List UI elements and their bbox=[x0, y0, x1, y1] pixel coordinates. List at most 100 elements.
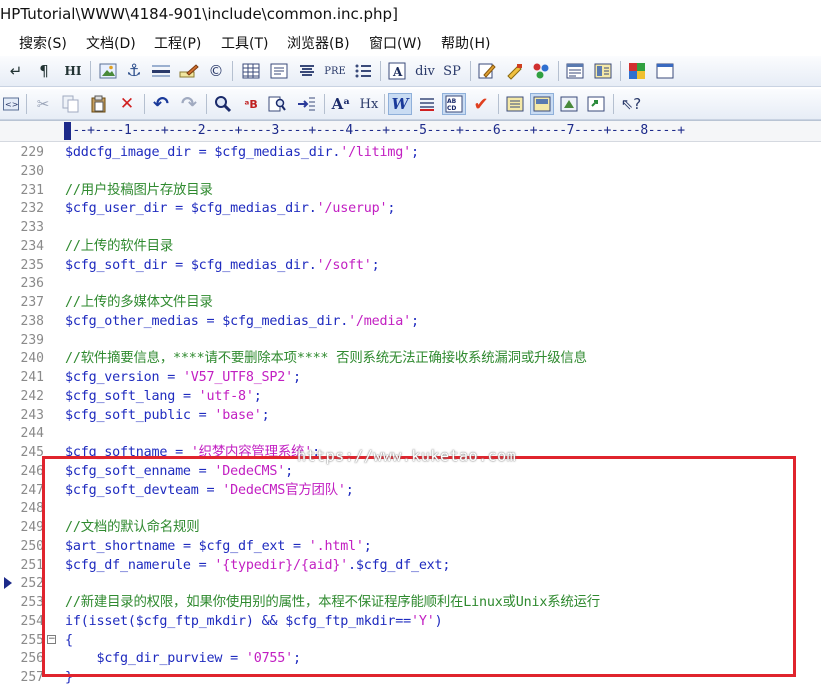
checkmark-icon[interactable]: ✔ bbox=[470, 93, 492, 115]
line-break-icon[interactable]: ↵ bbox=[8, 60, 24, 82]
undo-icon[interactable]: ↶ bbox=[150, 93, 172, 115]
heading-icon[interactable]: HI bbox=[62, 60, 84, 82]
indent-guide-icon[interactable] bbox=[416, 93, 438, 115]
code-line[interactable]: 229 $ddcfg_image_dir = $cfg_medias_dir.'/… bbox=[0, 143, 821, 162]
line-number: 234 bbox=[20, 238, 44, 254]
palette-icon[interactable] bbox=[530, 60, 552, 82]
code-editor[interactable]: ---+----1----+----2----+----3----+----4-… bbox=[0, 120, 821, 685]
toolbar-separator bbox=[384, 94, 385, 114]
copyright-icon[interactable]: © bbox=[206, 60, 226, 82]
edit-icon[interactable] bbox=[178, 60, 200, 82]
code-line[interactable]: 235 $cfg_soft_dir = $cfg_medias_dir.'/sof… bbox=[0, 256, 821, 275]
code-token: '/soft' bbox=[316, 257, 372, 273]
menu-window[interactable]: 窗口(W) bbox=[369, 33, 422, 53]
line-number: 230 bbox=[20, 163, 44, 179]
horizontal-rule-icon[interactable] bbox=[150, 60, 172, 82]
code-line[interactable]: 242 $cfg_soft_lang = 'utf-8'; bbox=[0, 387, 821, 406]
toolbar-separator bbox=[90, 61, 91, 81]
template-icon[interactable] bbox=[564, 60, 586, 82]
code-line[interactable]: 231 //用户投稿图片存放目录 bbox=[0, 181, 821, 200]
menu-help[interactable]: 帮助(H) bbox=[441, 33, 490, 53]
svg-text:AB: AB bbox=[447, 98, 457, 105]
pre-icon[interactable]: PRE bbox=[322, 60, 348, 82]
code-line[interactable]: 241 $cfg_version = 'V57_UTF8_SP2'; bbox=[0, 368, 821, 387]
paste-icon[interactable] bbox=[88, 93, 110, 115]
window-icon[interactable] bbox=[654, 60, 676, 82]
spell-check-icon[interactable]: AB CD bbox=[442, 93, 466, 115]
menu-document[interactable]: 文档(D) bbox=[86, 33, 136, 53]
output-panel-icon[interactable] bbox=[530, 93, 554, 115]
goto-line-icon[interactable] bbox=[294, 93, 318, 115]
redo-icon[interactable]: ↷ bbox=[178, 93, 200, 115]
code-text: $cfg_soft_dir = $cfg_medias_dir.'/soft'; bbox=[65, 256, 380, 275]
line-number: 257 bbox=[20, 670, 44, 685]
code-line[interactable]: 234 //上传的软件目录 bbox=[0, 237, 821, 256]
code-token: //用户投稿图片存放目录 bbox=[65, 182, 213, 198]
code-line[interactable]: 236 bbox=[0, 274, 821, 293]
span-icon[interactable]: SP bbox=[441, 60, 463, 82]
list-icon[interactable] bbox=[352, 60, 374, 82]
code-line[interactable]: 232 $cfg_user_dir = $cfg_medias_dir.'/use… bbox=[0, 199, 821, 218]
line-number: 242 bbox=[20, 388, 44, 404]
code-token: $cfg_medias_dir bbox=[222, 313, 341, 329]
delete-icon[interactable]: ✕ bbox=[116, 93, 138, 115]
code-token: . bbox=[340, 313, 349, 329]
code-line[interactable]: 243 $cfg_soft_public = 'base'; bbox=[0, 406, 821, 425]
tag-icon[interactable]: <> bbox=[2, 93, 20, 115]
clip-library-icon[interactable] bbox=[558, 93, 580, 115]
code-token: $cfg_user_dir bbox=[65, 201, 168, 217]
toolbar-separator bbox=[470, 61, 471, 81]
find-icon[interactable] bbox=[212, 93, 234, 115]
code-line[interactable]: 244 bbox=[0, 424, 821, 443]
find-in-files-icon[interactable] bbox=[266, 93, 288, 115]
window-titlebar: HPTutorial\WWW\4184-901\include\common.i… bbox=[0, 0, 821, 30]
code-token: ; bbox=[410, 313, 419, 329]
code-text: $cfg_soft_lang = 'utf-8'; bbox=[65, 387, 262, 406]
table-icon[interactable] bbox=[240, 60, 262, 82]
menu-tools[interactable]: 工具(T) bbox=[221, 33, 268, 53]
replace-icon[interactable]: ᵃB bbox=[240, 93, 262, 115]
code-token: = bbox=[175, 388, 199, 404]
code-token: ; bbox=[293, 370, 301, 385]
cut-icon[interactable]: ✂ bbox=[32, 93, 54, 115]
font-size-icon[interactable]: Aᵃ bbox=[330, 93, 352, 115]
code-text: $cfg_other_medias = $cfg_medias_dir.'/me… bbox=[65, 312, 419, 331]
line-number: 236 bbox=[20, 276, 44, 292]
toolbar-separator bbox=[620, 61, 621, 81]
word-wrap-icon[interactable]: W bbox=[388, 93, 412, 115]
menu-browser[interactable]: 浏览器(B) bbox=[287, 33, 350, 53]
code-line[interactable]: 240 //软件摘要信息，****请不要删除本项**** 否则系统无法正确接收系统… bbox=[0, 349, 821, 368]
div-icon[interactable]: div bbox=[413, 60, 437, 82]
context-help-icon[interactable]: ⇖? bbox=[619, 93, 643, 115]
anchor-icon[interactable]: ⚓ bbox=[124, 60, 144, 82]
line-number: 245 bbox=[20, 445, 44, 460]
code-line[interactable]: 237 //上传的多媒体文件目录 bbox=[0, 293, 821, 312]
color-picker-icon[interactable] bbox=[504, 60, 526, 82]
document-view-icon[interactable] bbox=[504, 93, 526, 115]
image-icon[interactable] bbox=[98, 60, 118, 82]
code-line[interactable]: 239 bbox=[0, 331, 821, 350]
toolbar-separator bbox=[380, 61, 381, 81]
copy-icon[interactable] bbox=[60, 93, 82, 115]
form-icon[interactable] bbox=[268, 60, 290, 82]
code-line[interactable]: 233 bbox=[0, 218, 821, 237]
code-token: $cfg_version bbox=[65, 370, 160, 385]
colors-icon[interactable] bbox=[626, 60, 648, 82]
line-number: 253 bbox=[20, 595, 44, 610]
code-line[interactable]: 238 $cfg_other_medias = $cfg_medias_dir.'… bbox=[0, 312, 821, 331]
code-text: $cfg_user_dir = $cfg_medias_dir.'/userup… bbox=[65, 199, 395, 218]
paragraph-icon[interactable]: ¶ bbox=[36, 60, 52, 82]
style-editor-icon[interactable] bbox=[476, 60, 498, 82]
current-line-marker-icon bbox=[4, 577, 12, 590]
font-icon[interactable]: A bbox=[386, 60, 408, 82]
code-line[interactable]: 230 bbox=[0, 162, 821, 181]
menu-project[interactable]: 工程(P) bbox=[154, 33, 201, 53]
code-token: . bbox=[308, 257, 317, 273]
heading-hx-icon[interactable]: Hx bbox=[358, 93, 380, 115]
layout-icon[interactable] bbox=[592, 60, 614, 82]
menu-search[interactable]: 搜索(S) bbox=[19, 33, 67, 53]
align-icon[interactable] bbox=[296, 60, 318, 82]
line-number: 231 bbox=[20, 182, 44, 198]
toolbar-standard: <> ✂ ✕ ↶ ↷ ᵃB Aᵃ Hx W AB CD ✔ ⇖? bbox=[0, 89, 821, 120]
browser-preview-icon[interactable] bbox=[585, 93, 607, 115]
